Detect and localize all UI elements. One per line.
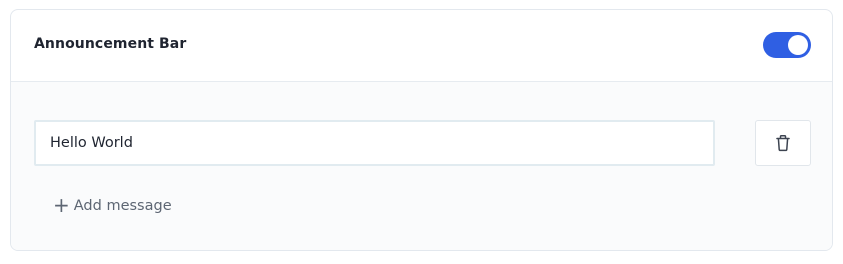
announcement-bar-toggle[interactable]	[763, 32, 811, 58]
section-title: Announcement Bar	[34, 36, 187, 52]
add-message-button[interactable]: + Add message	[53, 193, 172, 217]
delete-message-button[interactable]	[755, 120, 811, 166]
message-input[interactable]	[34, 120, 715, 166]
plus-icon: +	[53, 193, 70, 217]
announcement-bar-card: Announcement Bar + Add message	[10, 9, 833, 251]
toggle-knob	[788, 35, 808, 55]
card-body: + Add message	[11, 82, 832, 250]
trash-icon	[776, 135, 790, 152]
add-message-label: Add message	[73, 198, 172, 214]
card-header: Announcement Bar	[11, 10, 832, 82]
